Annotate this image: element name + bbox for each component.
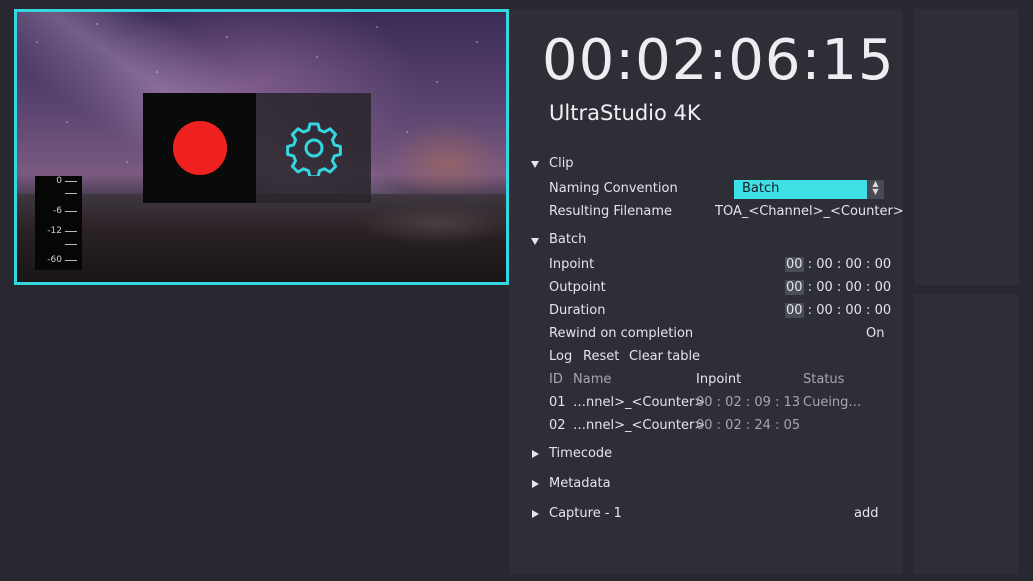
table-header-status[interactable]: Status [803, 372, 844, 387]
table-header-id[interactable]: ID [549, 372, 563, 387]
preview-ground [17, 194, 506, 282]
clip-collapse-icon[interactable] [531, 161, 539, 168]
capture-section-header[interactable]: Capture - 1 [549, 506, 622, 521]
timecode-display: 00:02:06:15 [542, 28, 895, 93]
outpoint-label: Outpoint [549, 280, 606, 295]
naming-convention-select[interactable]: Batch ▲ ▼ [734, 180, 884, 199]
clear-table-button[interactable]: Clear table [629, 349, 700, 364]
metadata-expand-icon[interactable] [532, 480, 539, 488]
meter-tick [65, 244, 77, 245]
tc-rest[interactable]: : 00 : 00 : 00 [804, 280, 891, 295]
record-icon [172, 121, 227, 175]
clip-section-header[interactable]: Clip [549, 156, 574, 171]
table-row-status: Cueing… [803, 395, 862, 410]
device-name: UltraStudio 4K [549, 101, 701, 125]
meter-tick: -60 [47, 255, 77, 265]
resulting-filename-label: Resulting Filename [549, 204, 673, 219]
meter-tick: -6 [53, 206, 77, 216]
select-arrows-icon: ▲ ▼ [867, 180, 884, 199]
outpoint-timecode-field[interactable]: 00 : 00 : 00 : 00 [785, 280, 891, 295]
gear-icon [285, 122, 342, 176]
audio-meter: 0 -6 -12 -60 [35, 176, 82, 270]
rewind-toggle[interactable]: On [866, 326, 884, 341]
table-row-inpoint[interactable]: 00 : 02 : 09 : 13 [696, 395, 800, 410]
table-row-name[interactable]: …nnel>_<Counter> [573, 395, 705, 410]
table-header-name[interactable]: Name [573, 372, 611, 387]
naming-convention-label: Naming Convention [549, 181, 678, 196]
duration-label: Duration [549, 303, 606, 318]
right-side-panel-bottom [914, 294, 1019, 574]
inpoint-timecode-field[interactable]: 00 : 00 : 00 : 00 [785, 257, 891, 272]
meter-tick [65, 193, 77, 194]
tc-hours[interactable]: 00 [785, 257, 804, 272]
table-row-id[interactable]: 02 [549, 418, 566, 433]
record-button[interactable] [143, 93, 256, 203]
timecode-section-header[interactable]: Timecode [549, 446, 612, 461]
table-row-name[interactable]: …nnel>_<Counter> [573, 418, 705, 433]
tc-hours[interactable]: 00 [785, 280, 804, 295]
inpoint-label: Inpoint [549, 257, 595, 272]
tc-hours[interactable]: 00 [785, 303, 804, 318]
table-row-id[interactable]: 01 [549, 395, 566, 410]
table-row-inpoint[interactable]: 00 : 02 : 24 : 05 [696, 418, 800, 433]
resulting-filename-value: TOA_<Channel>_<Counter> [715, 204, 904, 219]
table-header-inpoint[interactable]: Inpoint [696, 372, 741, 387]
rewind-label: Rewind on completion [549, 326, 694, 341]
add-capture-button[interactable]: add [854, 506, 878, 521]
duration-timecode-field[interactable]: 00 : 00 : 00 : 00 [785, 303, 891, 318]
reset-button[interactable]: Reset [583, 349, 619, 364]
metadata-section-header[interactable]: Metadata [549, 476, 611, 491]
naming-convention-value: Batch [742, 181, 780, 196]
meter-tick: -12 [47, 226, 77, 236]
tc-rest[interactable]: : 00 : 00 : 00 [804, 303, 891, 318]
meter-tick: 0 [56, 176, 77, 186]
video-preview[interactable]: 0 -6 -12 -60 [14, 9, 509, 285]
right-side-panel-top [914, 9, 1019, 285]
log-button[interactable]: Log [549, 349, 572, 364]
timecode-expand-icon[interactable] [532, 450, 539, 458]
tc-rest[interactable]: : 00 : 00 : 00 [804, 257, 891, 272]
capture-expand-icon[interactable] [532, 510, 539, 518]
batch-section-header[interactable]: Batch [549, 232, 586, 247]
batch-collapse-icon[interactable] [531, 238, 539, 245]
settings-button[interactable] [256, 93, 371, 203]
